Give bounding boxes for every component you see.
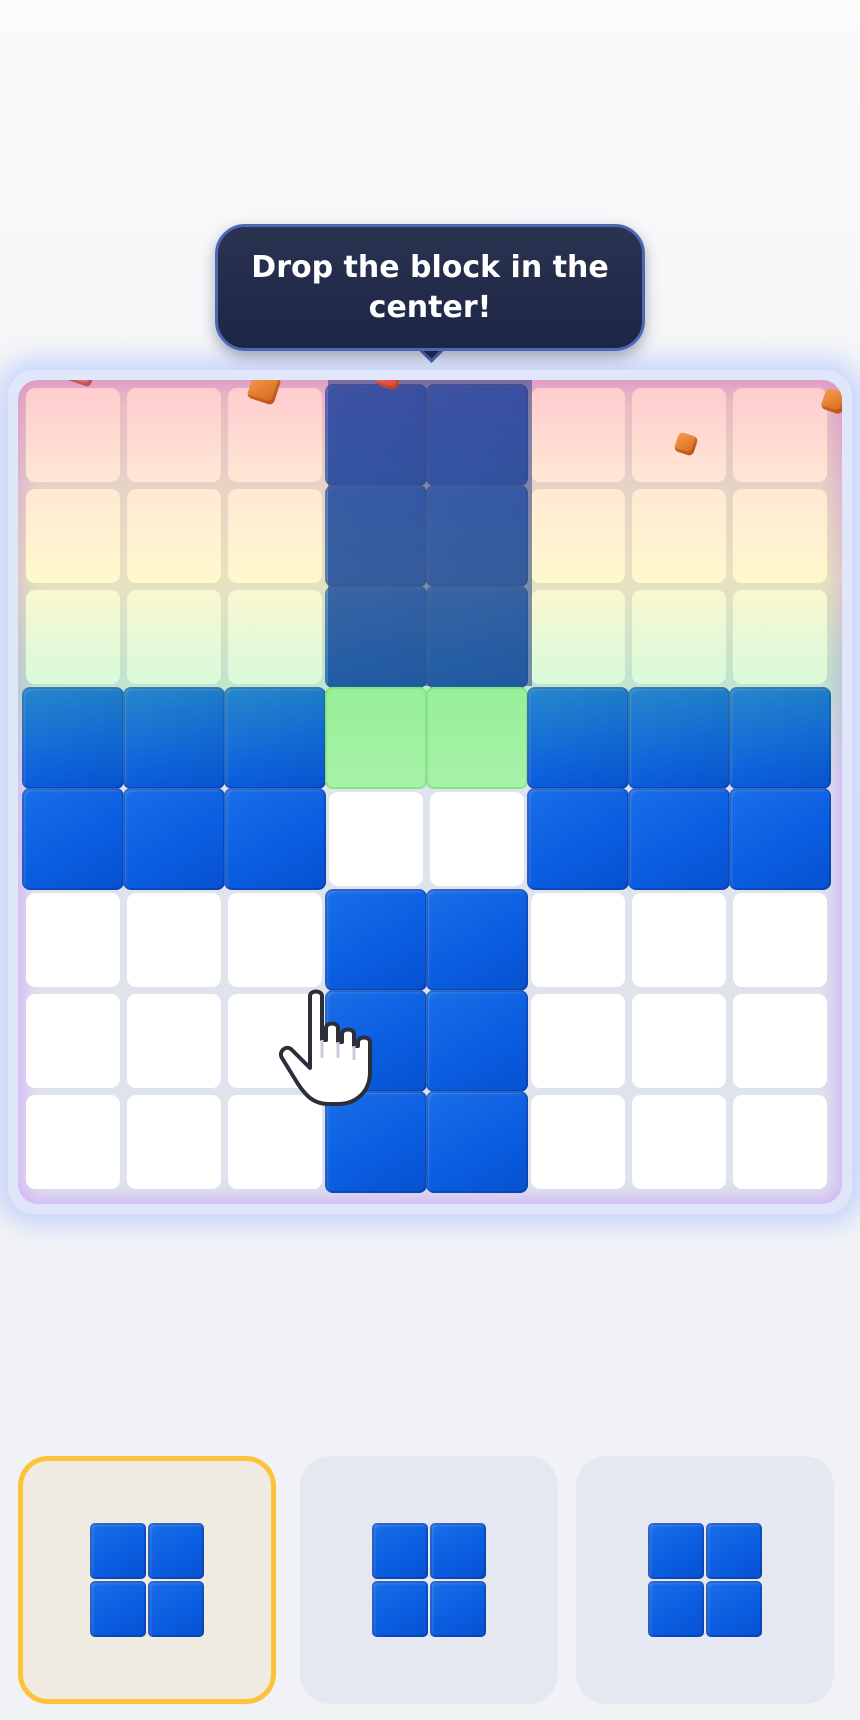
tray-slot-3[interactable] [576, 1456, 834, 1704]
piece-cell [148, 1581, 204, 1637]
block-cell[interactable] [426, 990, 528, 1092]
empty-cell[interactable] [531, 590, 625, 684]
tutorial-message: Drop the block in the center! [251, 249, 609, 325]
empty-cell[interactable] [26, 388, 120, 482]
empty-cell[interactable] [733, 893, 827, 987]
block-cell[interactable] [325, 485, 427, 587]
debris-cube [65, 380, 97, 388]
empty-cell[interactable] [26, 893, 120, 987]
empty-cell[interactable] [228, 388, 322, 482]
empty-cell[interactable] [632, 590, 726, 684]
block-cell[interactable] [22, 788, 124, 890]
piece-cell [706, 1523, 762, 1579]
piece-cell [648, 1581, 704, 1637]
empty-cell[interactable] [531, 1095, 625, 1189]
empty-cell[interactable] [733, 1095, 827, 1189]
block-piece-square[interactable] [90, 1523, 204, 1637]
empty-cell[interactable] [26, 489, 120, 583]
empty-cell[interactable] [733, 590, 827, 684]
empty-cell[interactable] [531, 388, 625, 482]
block-cell[interactable] [426, 1091, 528, 1193]
empty-cell[interactable] [26, 1095, 120, 1189]
empty-cell[interactable] [632, 994, 726, 1088]
piece-cell [90, 1523, 146, 1579]
empty-cell[interactable] [127, 893, 221, 987]
piece-cell [148, 1523, 204, 1579]
empty-cell[interactable] [228, 489, 322, 583]
tray-slot-2[interactable] [300, 1456, 558, 1704]
block-cell[interactable] [628, 788, 730, 890]
block-cell[interactable] [325, 384, 427, 486]
empty-cell[interactable] [531, 994, 625, 1088]
game-screen: Drop the block in the center! [0, 0, 860, 1720]
empty-cell[interactable] [228, 893, 322, 987]
piece-cell [430, 1581, 486, 1637]
empty-cell[interactable] [228, 590, 322, 684]
empty-cell[interactable] [26, 994, 120, 1088]
preview-cell[interactable] [426, 687, 528, 789]
block-cell[interactable] [729, 788, 831, 890]
piece-cell [706, 1581, 762, 1637]
block-cell[interactable] [729, 687, 831, 789]
empty-cell[interactable] [127, 1095, 221, 1189]
tray-slot-1[interactable] [18, 1456, 276, 1704]
empty-cell[interactable] [632, 1095, 726, 1189]
block-cell[interactable] [325, 586, 427, 688]
block-cell[interactable] [123, 687, 225, 789]
empty-cell[interactable] [531, 489, 625, 583]
piece-cell [372, 1581, 428, 1637]
empty-cell[interactable] [430, 792, 524, 886]
empty-cell[interactable] [127, 994, 221, 1088]
block-cell[interactable] [426, 586, 528, 688]
empty-cell[interactable] [733, 489, 827, 583]
block-cell[interactable] [22, 687, 124, 789]
empty-cell[interactable] [733, 388, 827, 482]
piece-cell [648, 1523, 704, 1579]
empty-cell[interactable] [733, 994, 827, 1088]
piece-cell [430, 1523, 486, 1579]
preview-cell[interactable] [325, 687, 427, 789]
block-cell[interactable] [527, 687, 629, 789]
block-cell[interactable] [426, 384, 528, 486]
piece-cell [90, 1581, 146, 1637]
empty-cell[interactable] [127, 489, 221, 583]
block-cell[interactable] [426, 889, 528, 991]
empty-cell[interactable] [26, 590, 120, 684]
block-cell[interactable] [224, 687, 326, 789]
block-cell[interactable] [628, 687, 730, 789]
block-piece-square[interactable] [648, 1523, 762, 1637]
empty-cell[interactable] [228, 1095, 322, 1189]
block-cell[interactable] [224, 788, 326, 890]
block-piece-square[interactable] [372, 1523, 486, 1637]
empty-cell[interactable] [127, 388, 221, 482]
empty-cell[interactable] [127, 590, 221, 684]
empty-cell[interactable] [632, 489, 726, 583]
tutorial-tooltip: Drop the block in the center! [215, 224, 645, 351]
block-cell[interactable] [123, 788, 225, 890]
piece-cell [372, 1523, 428, 1579]
block-cell[interactable] [527, 788, 629, 890]
empty-cell[interactable] [329, 792, 423, 886]
hand-pointer-icon [279, 989, 372, 1106]
block-cell[interactable] [426, 485, 528, 587]
empty-cell[interactable] [632, 893, 726, 987]
empty-cell[interactable] [531, 893, 625, 987]
game-board[interactable] [18, 380, 842, 1204]
block-cell[interactable] [325, 889, 427, 991]
